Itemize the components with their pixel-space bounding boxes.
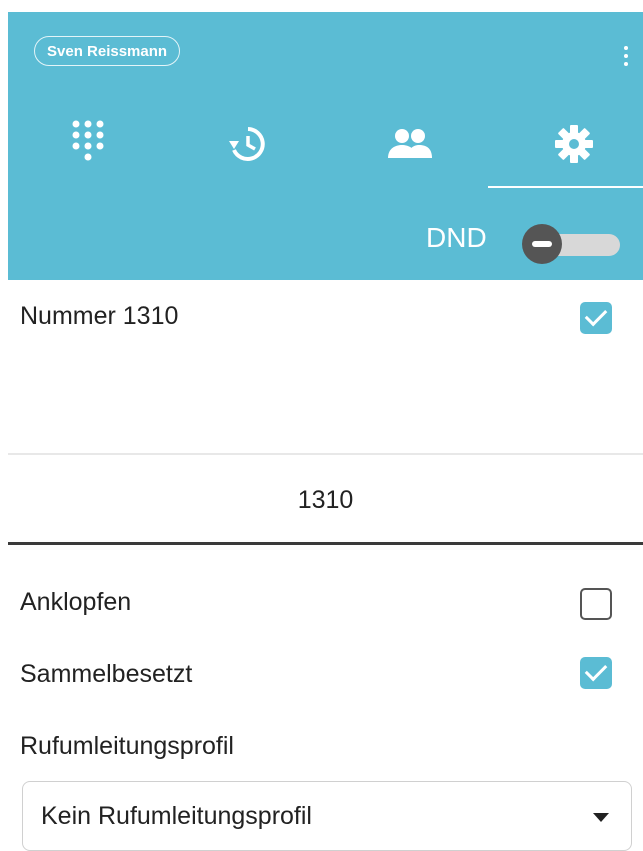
app-header: Sven Reissmann DND bbox=[8, 12, 643, 280]
number-input[interactable]: 1310 bbox=[8, 470, 643, 530]
forwarding-profile-value: Kein Rufumleitungsprofil bbox=[41, 802, 312, 830]
dnd-toggle[interactable] bbox=[522, 224, 622, 264]
dnd-label: DND bbox=[426, 222, 487, 253]
more-options-icon[interactable] bbox=[623, 46, 629, 68]
number-checkbox[interactable] bbox=[580, 302, 612, 334]
settings-icon bbox=[555, 125, 593, 163]
dialpad-icon bbox=[72, 120, 104, 161]
call-waiting-label: Anklopfen bbox=[20, 588, 132, 616]
forwarding-profile-select[interactable]: Kein Rufumleitungsprofil bbox=[22, 781, 632, 851]
history-icon bbox=[229, 127, 265, 161]
tab-dialpad[interactable] bbox=[58, 114, 118, 174]
tab-contacts[interactable] bbox=[380, 114, 440, 174]
group-busy-label: Sammelbesetzt bbox=[20, 660, 193, 688]
user-name-chip[interactable]: Sven Reissmann bbox=[34, 36, 181, 66]
active-tab-indicator bbox=[488, 186, 643, 188]
divider bbox=[8, 453, 643, 455]
group-busy-checkbox[interactable] bbox=[580, 657, 612, 689]
contacts-icon bbox=[388, 129, 432, 158]
dnd-toggle-knob bbox=[522, 224, 562, 264]
dropdown-arrow-icon bbox=[593, 813, 609, 822]
tab-history[interactable] bbox=[218, 114, 278, 174]
call-waiting-checkbox[interactable] bbox=[580, 588, 612, 620]
tab-settings[interactable] bbox=[544, 114, 604, 174]
forwarding-profile-label: Rufumleitungsprofil bbox=[20, 732, 234, 760]
number-label: Nummer 1310 bbox=[20, 302, 179, 330]
number-input-underline bbox=[8, 542, 643, 545]
